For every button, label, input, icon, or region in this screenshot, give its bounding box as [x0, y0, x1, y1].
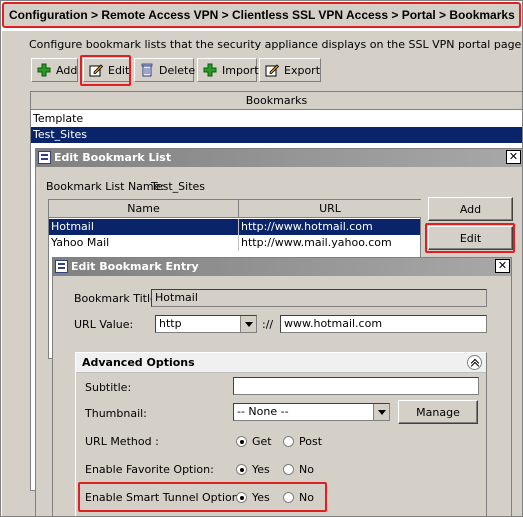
thumbnail-select[interactable]: -- None --: [233, 403, 390, 421]
chevron-down-icon[interactable]: [373, 404, 389, 420]
url-method-get-label: Get: [252, 435, 272, 448]
url-separator: ://: [262, 318, 274, 331]
edit-icon: [265, 63, 280, 77]
breadcrumb: Configuration > Remote Access VPN > Clie…: [2, 2, 521, 28]
favorite-yes-label: Yes: [252, 463, 270, 476]
favorite-no-label: No: [299, 463, 314, 476]
url-value-label: URL Value:: [74, 318, 134, 331]
add-button-label: Add: [56, 63, 78, 77]
plus-icon: [203, 63, 217, 77]
page-description: Configure bookmark lists that the securi…: [29, 38, 523, 51]
trash-icon: [140, 63, 154, 77]
export-button[interactable]: Export: [259, 58, 321, 82]
list-name-label: Bookmark List Name:: [46, 180, 165, 193]
bookmark-title-field[interactable]: Hotmail: [151, 289, 487, 307]
url-protocol-select[interactable]: http: [155, 315, 257, 333]
dialog-titlebar: Edit Bookmark List: [36, 149, 522, 167]
url-protocol-value: http: [159, 317, 182, 330]
subtitle-label: Subtitle:: [85, 381, 132, 394]
bookmark-list-item[interactable]: Test_Sites: [31, 127, 522, 143]
dialog-titlebar: Edit Bookmark Entry: [53, 258, 511, 276]
url-method-post-radio[interactable]: [283, 436, 294, 447]
delete-button-label: Delete: [159, 63, 196, 77]
url-value-field[interactable]: www.hotmail.com: [280, 315, 487, 333]
manage-button[interactable]: Manage: [398, 400, 478, 424]
edit-button[interactable]: Edit: [83, 58, 131, 82]
smart-tunnel-no-label: No: [299, 491, 314, 504]
add-button[interactable]: Add: [31, 58, 78, 82]
url-method-label: URL Method :: [85, 435, 159, 448]
advanced-options-title: Advanced Options: [82, 356, 195, 369]
plus-icon: [37, 63, 51, 77]
thumbnail-value: -- None --: [237, 405, 289, 418]
bookmark-list-item[interactable]: Template: [31, 111, 522, 127]
edit-icon: [89, 63, 104, 77]
edit-button-label: Edit: [108, 63, 130, 77]
dialog-icon: [38, 151, 51, 164]
dialog-icon: [55, 260, 68, 273]
delete-button[interactable]: Delete: [134, 58, 196, 82]
list-name-value: Test_Sites: [151, 180, 206, 193]
smart-tunnel-yes-label: Yes: [252, 491, 270, 504]
close-icon[interactable]: ✕: [495, 259, 510, 273]
advanced-options-header[interactable]: Advanced Options: [76, 353, 486, 373]
table-row[interactable]: Yahoo Mail http://www.mail.yahoo.com: [49, 235, 420, 251]
add-entry-button[interactable]: Add: [428, 197, 513, 221]
url-method-post-label: Post: [299, 435, 323, 448]
favorite-option-label: Enable Favorite Option:: [85, 463, 214, 476]
thumbnail-label: Thumbnail:: [85, 407, 147, 420]
export-button-label: Export: [284, 63, 321, 77]
smart-tunnel-option-label: Enable Smart Tunnel Option:: [85, 491, 243, 504]
favorite-yes-radio[interactable]: [236, 464, 247, 475]
row-url: http://www.mail.yahoo.com: [241, 236, 392, 249]
row-name: Hotmail: [49, 219, 239, 235]
chevron-down-icon[interactable]: [240, 316, 256, 332]
edit-bookmark-entry-dialog: Edit Bookmark Entry ✕ Bookmark Title: Ho…: [52, 257, 512, 516]
bookmarks-column-header: Bookmarks: [31, 92, 522, 110]
subtitle-field[interactable]: [233, 377, 479, 395]
url-method-get-radio[interactable]: [236, 436, 247, 447]
window-frame: Configuration > Remote Access VPN > Clie…: [0, 0, 523, 517]
import-button-label: Import: [222, 63, 259, 77]
favorite-no-radio[interactable]: [283, 464, 294, 475]
edit-entry-button[interactable]: Edit: [428, 226, 513, 250]
dialog-title: Edit Bookmark Entry: [71, 260, 199, 273]
smart-tunnel-yes-radio[interactable]: [236, 492, 247, 503]
row-name: Yahoo Mail: [49, 235, 239, 251]
column-header-name[interactable]: Name: [49, 200, 239, 218]
smart-tunnel-no-radio[interactable]: [283, 492, 294, 503]
close-icon[interactable]: ✕: [506, 150, 521, 164]
table-row[interactable]: Hotmail http://www.hotmail.com: [49, 219, 420, 235]
column-header-url[interactable]: URL: [239, 200, 421, 218]
import-button[interactable]: Import: [197, 58, 259, 82]
dialog-title: Edit Bookmark List: [54, 151, 172, 164]
advanced-options-panel: Advanced Options Subtitle: Thumbnail: --…: [75, 352, 487, 516]
row-url: http://www.hotmail.com: [241, 220, 373, 233]
collapse-icon[interactable]: [467, 355, 482, 370]
bookmark-title-label: Bookmark Title:: [74, 292, 161, 305]
